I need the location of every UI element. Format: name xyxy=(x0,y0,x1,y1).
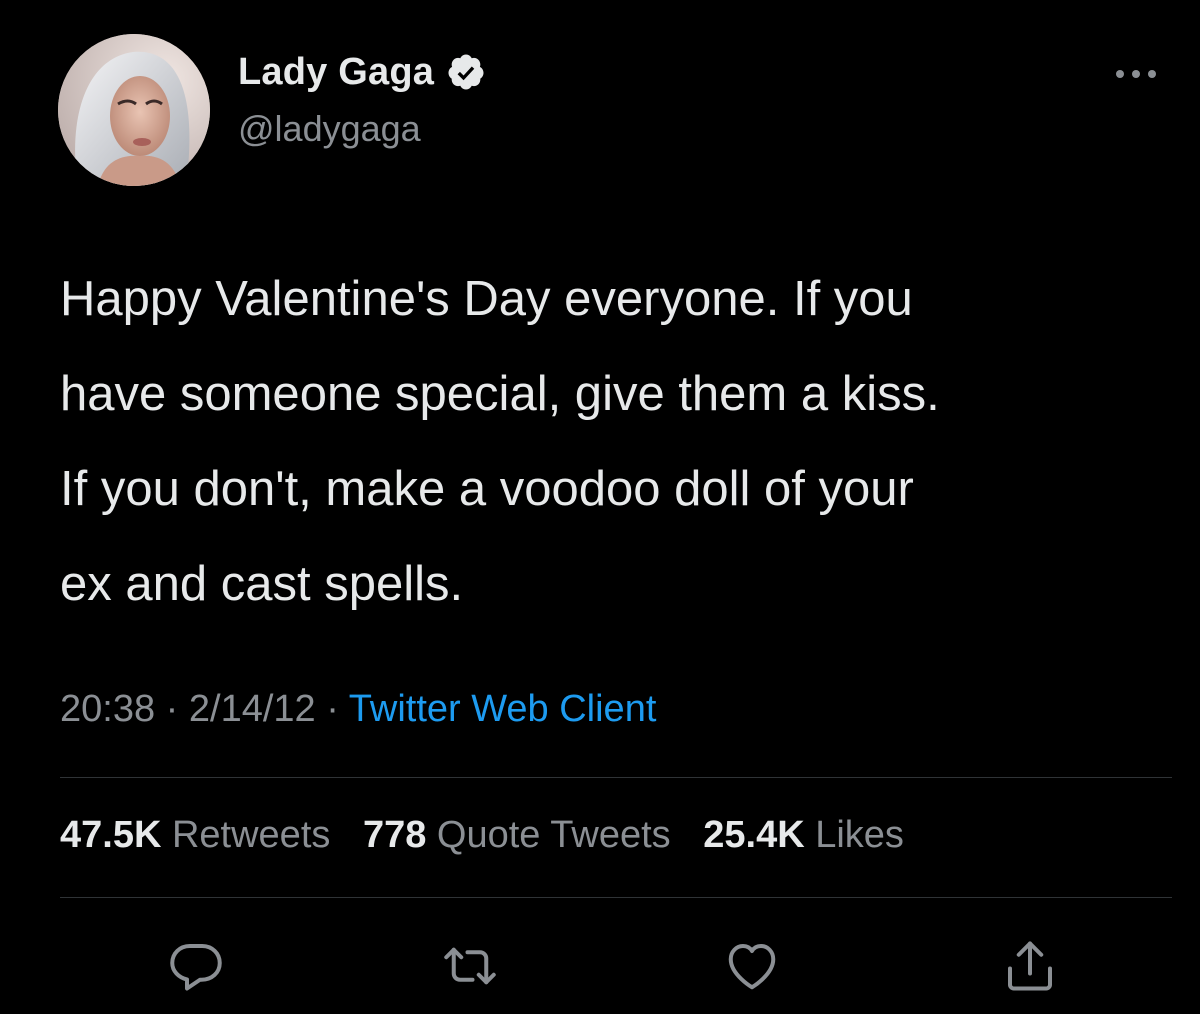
quote-tweets-label: Quote Tweets xyxy=(436,814,671,856)
retweet-button[interactable] xyxy=(440,936,500,996)
share-button[interactable] xyxy=(1000,936,1060,996)
verified-badge-icon xyxy=(446,52,486,92)
tweet-text: Happy Valentine's Day everyone. If you h… xyxy=(60,272,940,611)
reply-button[interactable] xyxy=(166,936,226,996)
divider xyxy=(60,897,1172,898)
reply-icon xyxy=(170,944,222,991)
retweets-stat[interactable]: 47.5K Retweets xyxy=(60,814,341,856)
author-display-name[interactable]: Lady Gaga xyxy=(238,51,434,94)
likes-count: 25.4K xyxy=(703,814,805,856)
tweet-meta: 20:38 · 2/14/12 · Twitter Web Client xyxy=(60,688,656,731)
profile-photo xyxy=(58,34,210,186)
tweet-source-link[interactable]: Twitter Web Client xyxy=(349,688,657,730)
like-button[interactable] xyxy=(722,936,782,996)
heart-icon xyxy=(728,944,776,990)
share-icon xyxy=(1008,941,1052,991)
quote-tweets-count: 778 xyxy=(362,814,427,856)
more-options-icon[interactable] xyxy=(1112,64,1160,84)
divider xyxy=(60,777,1172,778)
retweets-count: 47.5K xyxy=(60,814,162,856)
retweet-icon xyxy=(444,947,496,985)
author-handle[interactable]: @ladygaga xyxy=(238,108,421,150)
likes-label: Likes xyxy=(815,814,904,856)
likes-stat[interactable]: 25.4K Likes xyxy=(703,814,904,856)
avatar[interactable] xyxy=(58,34,210,186)
meta-separator: · xyxy=(165,688,179,730)
tweet-time[interactable]: 20:38 xyxy=(60,688,155,730)
tweet-date[interactable]: 2/14/12 xyxy=(189,688,316,730)
meta-separator: · xyxy=(326,688,339,730)
retweets-label: Retweets xyxy=(171,814,331,856)
author-name-row: Lady Gaga xyxy=(238,46,486,98)
tweet-stats: 47.5K Retweets 778 Quote Tweets 25.4K Li… xyxy=(60,814,926,857)
quote-tweets-stat[interactable]: 778 Quote Tweets xyxy=(363,814,681,856)
